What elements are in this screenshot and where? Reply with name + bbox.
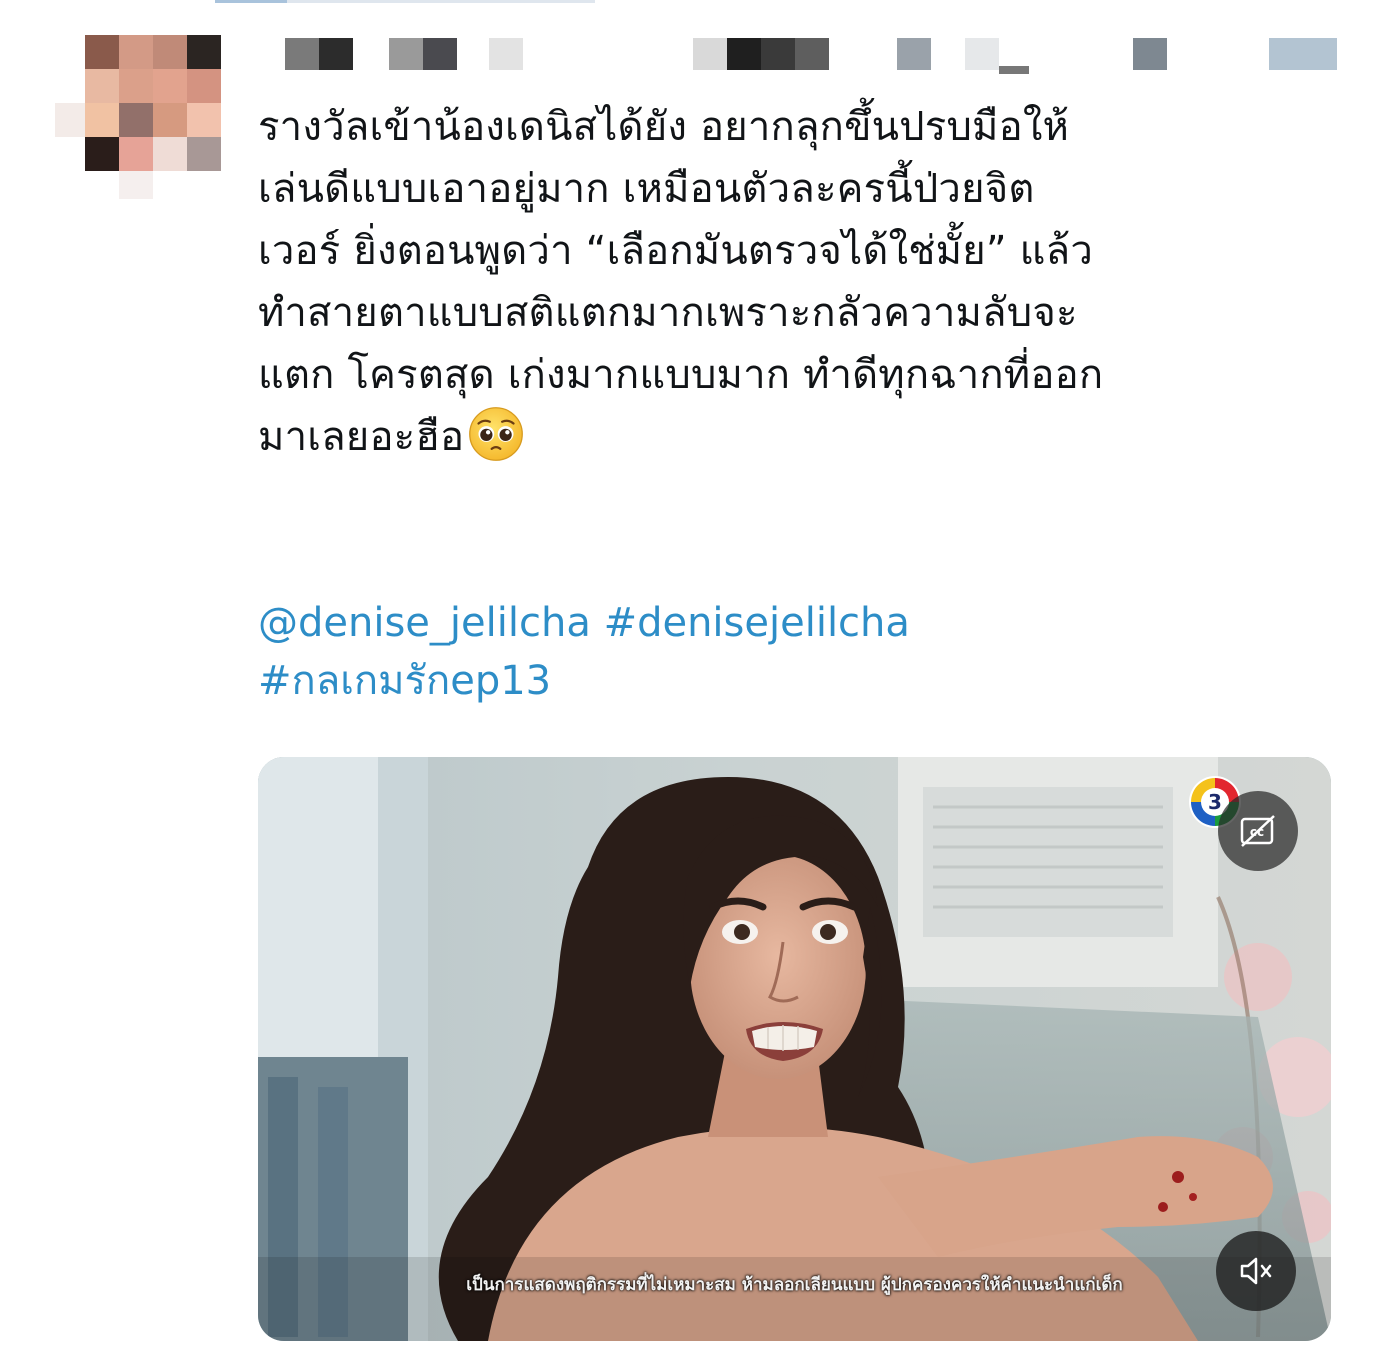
- tweet-text: รางวัลเข้าน้องเดนิสได้ยัง อยากลุกขึ้นปรบ…: [258, 96, 1348, 468]
- svg-text:3: 3: [1208, 790, 1222, 814]
- mute-toggle-button[interactable]: [1216, 1231, 1296, 1311]
- entity-line: #กลเกมรักep13: [258, 652, 1348, 710]
- author-name-redacted[interactable]: [285, 38, 1345, 78]
- video-player[interactable]: เป็นการแสดงพฤติกรรมที่ไม่เหมาะสม ห้ามลอก…: [258, 757, 1331, 1341]
- active-tab-indicator: [215, 0, 287, 3]
- tweet: รางวัลเข้าน้องเดนิสได้ยัง อยากลุกขึ้นปรบ…: [0, 0, 1400, 1361]
- hashtag-link[interactable]: #denisejelilcha: [604, 600, 910, 646]
- volume-muted-icon: [1240, 1257, 1272, 1285]
- tweet-text-line: รางวัลเข้าน้องเดนิสได้ยัง อยากลุกขึ้นปรบ…: [258, 104, 1070, 150]
- tweet-text-line: มาเลยอะฮือ: [258, 414, 465, 460]
- tweet-entities: @denise_jelilcha #denisejelilcha #กลเกมร…: [258, 594, 1348, 710]
- mention-link[interactable]: @denise_jelilcha: [258, 600, 591, 646]
- captions-toggle-button[interactable]: cc: [1218, 791, 1298, 871]
- tweet-text-line: แตก โครตสุด เก่งมากแบบมาก ทำดีทุกฉากที่อ…: [258, 352, 1104, 398]
- tweet-text-line: เล่นดีแบบเอาอยู่มาก เหมือนตัวละครนี้ป่วย…: [258, 166, 1035, 212]
- video-subtitle: เป็นการแสดงพฤติกรรมที่ไม่เหมาะสม ห้ามลอก…: [466, 1275, 1123, 1295]
- entity-line: @denise_jelilcha #denisejelilcha: [258, 594, 1348, 652]
- tweet-text-line-last: มาเลยอะฮือ: [258, 406, 1348, 468]
- captions-off-icon: cc: [1240, 815, 1275, 847]
- avatar[interactable]: [55, 35, 225, 205]
- pleading-face-emoji-icon: [469, 407, 524, 461]
- top-header-remnant: [215, 0, 595, 3]
- tweet-text-line: เวอร์ ยิ่งตอนพูดว่า “เลือกมันตรวจได้ใช่ม…: [258, 228, 1094, 274]
- hashtag-link[interactable]: #กลเกมรักep13: [258, 658, 551, 704]
- video-frame: [258, 757, 1331, 1341]
- tweet-text-line: ทำสายตาแบบสติแตกมากเพราะกลัวความลับจะ: [258, 290, 1078, 336]
